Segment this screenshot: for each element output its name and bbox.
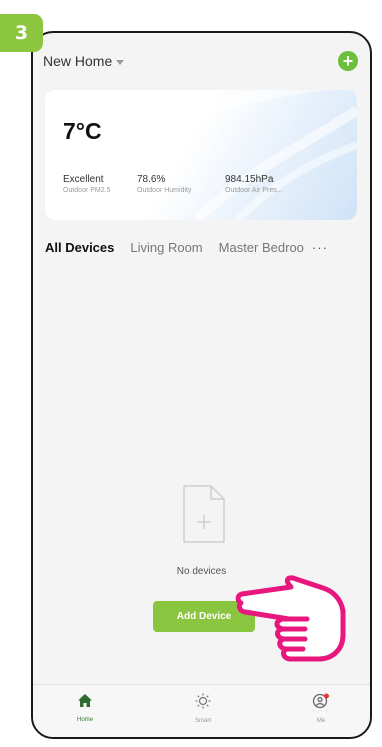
stat-label: Outdoor Air Pres...: [225, 187, 283, 194]
weather-card[interactable]: 7°C Excellent Outdoor PM2.5 78.6% Outdoo…: [45, 90, 357, 220]
bottom-nav: Home Smart Me: [33, 684, 370, 737]
empty-document-icon: [183, 485, 225, 543]
nav-label: Me: [316, 718, 326, 724]
tab-all-devices[interactable]: All Devices: [45, 240, 114, 255]
sun-icon: [195, 693, 211, 709]
stat-value: 78.6%: [137, 174, 166, 185]
home-selector[interactable]: New Home: [43, 53, 125, 69]
nav-me[interactable]: Me: [291, 693, 351, 724]
tab-master-bedroom[interactable]: Master Bedroo: [219, 240, 304, 255]
plus-circle-icon[interactable]: +: [338, 51, 358, 71]
nav-label: Home: [76, 717, 93, 723]
chevron-down-icon: [116, 59, 125, 65]
nav-smart[interactable]: Smart: [173, 693, 233, 724]
step-badge: 3: [0, 14, 43, 52]
stat-air-pressure: 984.15hPa Outdoor Air Pres...: [225, 174, 283, 194]
top-bar: New Home +: [33, 33, 370, 89]
temperature: 7°C: [63, 118, 102, 144]
stat-humidity: 78.6% Outdoor Humidity: [137, 174, 191, 194]
stat-label: Outdoor Humidity: [137, 187, 192, 194]
wave-decoration-icon: [157, 90, 357, 220]
room-tabs: All Devices Living Room Master Bedroo ··…: [45, 236, 362, 258]
nav-home[interactable]: Home: [55, 693, 115, 723]
stat-label: Outdoor PM2.5: [63, 187, 111, 194]
home-icon: [78, 694, 92, 707]
pointing-hand-icon: [235, 575, 346, 662]
stat-value: 984.15hPa: [225, 174, 274, 185]
tab-living-room[interactable]: Living Room: [130, 240, 202, 255]
stat-pm25: Excellent Outdoor PM2.5: [63, 174, 110, 194]
nav-label: Smart: [194, 718, 211, 724]
more-icon[interactable]: ···: [312, 240, 328, 255]
stat-value: Excellent: [63, 174, 104, 185]
home-name: New Home: [43, 53, 113, 69]
user-icon: [312, 693, 329, 709]
